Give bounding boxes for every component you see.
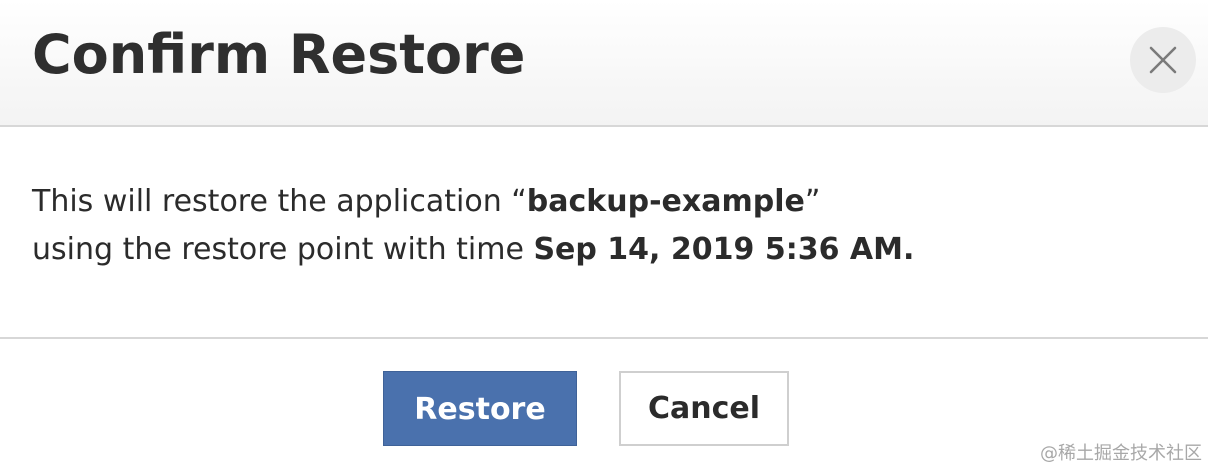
dialog-title: Confirm Restore <box>32 23 526 86</box>
close-icon <box>1149 46 1177 74</box>
footer-divider <box>0 337 1208 339</box>
message-prefix: This will restore the application “ <box>32 184 527 219</box>
restore-button[interactable]: Restore <box>383 371 577 446</box>
message-line-1: This will restore the application “backu… <box>32 178 914 226</box>
message-line-2: using the restore point with time Sep 14… <box>32 226 914 274</box>
app-name: backup-example <box>526 184 805 219</box>
confirm-restore-dialog: Confirm Restore This will restore the ap… <box>0 0 1208 471</box>
restore-time: Sep 14, 2019 5:36 AM. <box>533 232 915 267</box>
dialog-header: Confirm Restore <box>0 0 1208 127</box>
watermark: @稀土掘金技术社区 <box>1040 443 1202 464</box>
cancel-button[interactable]: Cancel <box>619 371 789 446</box>
restore-point-label: using the restore point with time <box>32 232 534 267</box>
dialog-message: This will restore the application “backu… <box>32 178 914 274</box>
message-suffix: ” <box>804 184 821 219</box>
close-button[interactable] <box>1130 27 1196 93</box>
